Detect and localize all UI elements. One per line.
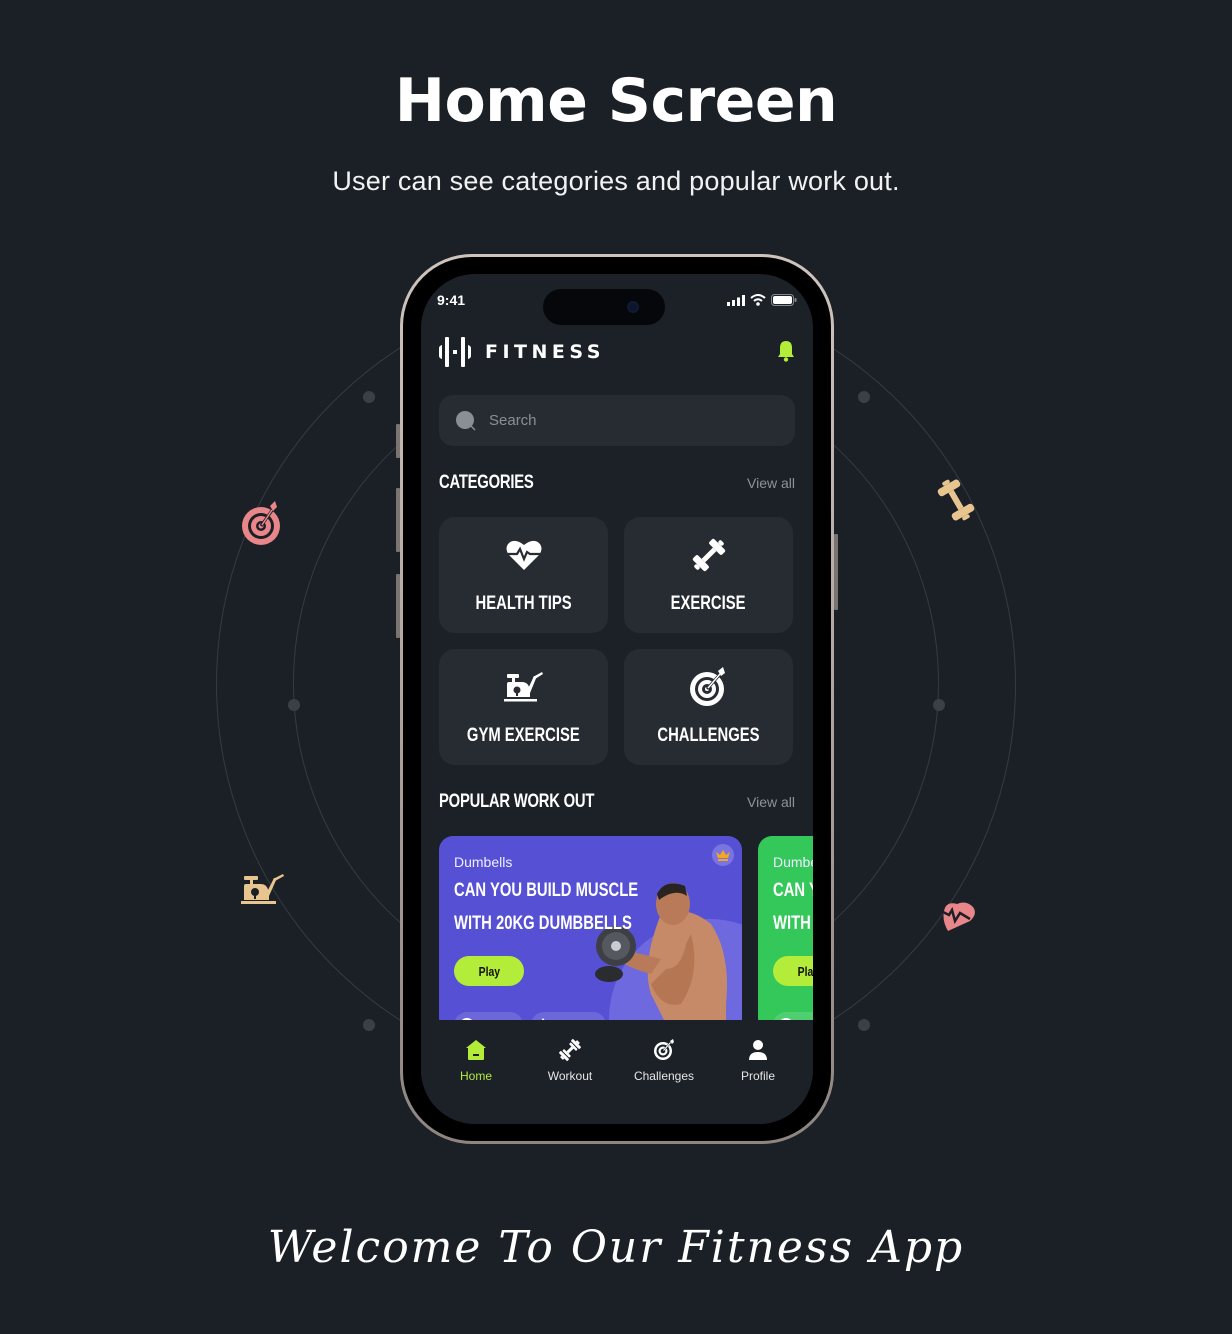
workout-card[interactable]: Dumbells CAN YOU BUILD MUSCLE WITH 20KG … <box>758 836 813 1032</box>
target-icon <box>242 501 280 545</box>
category-label: EXERCISE <box>671 593 746 614</box>
category-health-tips[interactable]: HEALTH TIPS <box>439 517 608 633</box>
tab-challenges[interactable]: Challenges <box>624 1038 704 1124</box>
workout-title: CAN YOU BUILD MUSCLE WITH 20KG DUMBBELLS <box>454 874 657 940</box>
bottom-tab-bar: Home Workout Challenges Profile <box>421 1020 813 1124</box>
dynamic-island <box>543 289 665 325</box>
workout-category: Dumbells <box>773 854 813 870</box>
broken-heart-icon <box>940 902 975 931</box>
mute-switch <box>396 424 400 458</box>
search-input[interactable] <box>489 412 739 429</box>
premium-badge <box>712 844 734 866</box>
category-gym-exercise[interactable]: GYM EXERCISE <box>439 649 608 765</box>
page-title: Home Screen <box>394 66 838 136</box>
dumbbell-icon <box>692 538 725 572</box>
dumbbell-logo-icon <box>439 337 471 367</box>
popular-title: POPULAR WORK OUT <box>439 791 595 812</box>
ring-dot <box>933 699 945 711</box>
categories-grid: HEALTH TIPS EXERCISE GYM EXERCISE CHALLE… <box>439 517 793 765</box>
status-time: 9:41 <box>437 292 466 308</box>
popular-workout-carousel[interactable]: Dumbells CAN YOU BUILD MUSCLE WITH 20KG … <box>439 836 813 1032</box>
tab-label: Workout <box>547 1069 593 1083</box>
ring-dot <box>363 1019 375 1031</box>
workout-title: CAN YOU BUILD MUSCLE WITH 20KG DUMBBELLS <box>773 874 813 940</box>
power-button <box>834 534 838 610</box>
search-icon <box>456 410 476 431</box>
category-challenges[interactable]: CHALLENGES <box>624 649 793 765</box>
volume-up-button <box>396 488 400 552</box>
crown-icon <box>716 849 730 861</box>
volume-down-button <box>396 574 400 638</box>
ring-dot <box>858 391 870 403</box>
target-icon <box>689 667 725 706</box>
play-button[interactable]: Play <box>454 956 524 986</box>
workout-card[interactable]: Dumbells CAN YOU BUILD MUSCLE WITH 20KG … <box>439 836 742 1032</box>
dumbbell-icon <box>559 1039 581 1061</box>
popular-header: POPULAR WORK OUT View all <box>439 791 795 813</box>
search-bar[interactable] <box>439 395 795 446</box>
app-header: FITNESS <box>439 334 795 370</box>
workout-title-line: WITH 20KG DUMBBELLS <box>454 913 632 934</box>
ring-dot <box>363 391 375 403</box>
tab-profile[interactable]: Profile <box>718 1038 798 1124</box>
status-icons <box>727 294 797 306</box>
home-icon <box>466 1040 486 1060</box>
brand-name: FITNESS <box>485 341 605 363</box>
user-icon <box>749 1040 767 1060</box>
category-exercise[interactable]: EXERCISE <box>624 517 793 633</box>
footer-tagline: Welcome To Our Fitness App <box>267 1222 965 1273</box>
camera-icon <box>627 301 639 313</box>
exercise-bike-icon <box>503 672 543 702</box>
exercise-bike-icon <box>241 874 284 904</box>
app-screen: 9:41 FITNESS Search CATEGORIES View all … <box>421 274 813 1124</box>
workout-category: Dumbells <box>454 854 513 870</box>
play-label: Play <box>797 963 813 979</box>
page-subtitle: User can see categories and popular work… <box>332 166 900 196</box>
target-icon <box>654 1039 674 1060</box>
signal-icon <box>727 294 745 306</box>
tab-label: Challenges <box>633 1069 695 1083</box>
categories-view-all-link[interactable]: View all <box>747 475 795 491</box>
workout-title-line: CAN YOU BUILD MUSCLE <box>454 880 639 901</box>
heart-pulse-icon <box>506 540 541 570</box>
categories-title: CATEGORIES <box>439 472 534 493</box>
dumbbell-icon <box>937 479 975 521</box>
tab-workout[interactable]: Workout <box>530 1038 610 1124</box>
bell-icon[interactable] <box>777 340 795 362</box>
popular-view-all-link[interactable]: View all <box>747 794 795 810</box>
category-label: HEALTH TIPS <box>475 593 572 614</box>
workout-title-line: CAN YOU BUILD MUSCLE <box>773 880 813 901</box>
ring-dot <box>288 699 300 711</box>
tab-label: Profile <box>740 1069 775 1083</box>
ring-dot <box>858 1019 870 1031</box>
tab-label: Home <box>459 1069 492 1083</box>
phone-frame: 9:41 FITNESS Search CATEGORIES View all … <box>396 254 838 1144</box>
play-button[interactable]: Play <box>773 956 813 986</box>
workout-title-line: WITH 20KG DUMBBELLS <box>773 913 813 934</box>
battery-icon <box>771 294 797 306</box>
play-label: Play <box>478 963 500 979</box>
category-label: CHALLENGES <box>657 725 760 746</box>
tab-home[interactable]: Home <box>436 1038 516 1124</box>
wifi-icon <box>750 294 766 306</box>
categories-header: CATEGORIES View all <box>439 472 795 494</box>
category-label: GYM EXERCISE <box>467 725 580 746</box>
